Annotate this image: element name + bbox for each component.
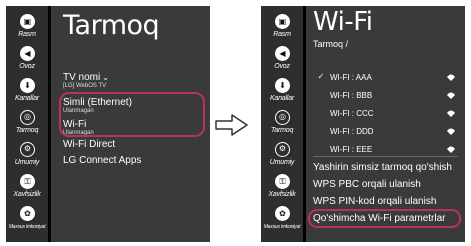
sidebar-item-label: Tarmoq <box>270 127 294 134</box>
network-icon: ◎ <box>20 110 35 125</box>
chevron-down-icon: ⌄ <box>102 73 109 82</box>
menu-item-tv-name[interactable]: TV nomi ⌄ [LG] WebOS TV <box>63 72 109 90</box>
highlight-outline <box>308 209 461 228</box>
general-icon: ⚙ <box>20 142 35 157</box>
safety-icon: ⚿ <box>20 174 35 189</box>
network-settings-screen: ▣ Rasm ◀ Ovoz ⬇ Kanallar ◎ Tarmoq ⚙ Umum… <box>6 6 210 242</box>
menu-item-label: Wi-Fi Direct <box>63 139 116 150</box>
sidebar-item-label: Ovoz <box>274 63 290 70</box>
network-icon: ◎ <box>275 110 290 125</box>
general-icon: ⚙ <box>275 142 290 157</box>
sidebar-item-network[interactable]: ◎ Tarmoq <box>6 110 48 144</box>
sidebar-item-safety[interactable]: ⚿ Xavfsizlik <box>261 174 303 208</box>
accessibility-icon: ✿ <box>20 206 35 221</box>
wifi-network-name: WI-FI : EEE <box>330 145 373 154</box>
wifi-signal-icon <box>447 74 455 81</box>
channels-icon: ⬇ <box>20 78 35 93</box>
wifi-network-name: WI-FI : CCC <box>330 109 374 118</box>
menu-item-sub: [LG] WebOS TV <box>63 83 107 89</box>
wifi-signal-icon <box>447 110 455 117</box>
sidebar-item-general[interactable]: ⚙ Umumiy <box>261 142 303 176</box>
sidebar-item-label: Xavfsizlik <box>13 191 41 198</box>
sidebar-item-general[interactable]: ⚙ Umumiy <box>6 142 48 176</box>
checkmark-icon: ✓ <box>317 72 325 81</box>
sidebar-item-accessibility[interactable]: ✿ Maxsus imkoniyat <box>6 206 48 240</box>
sidebar-item-label: Ovoz <box>19 63 35 70</box>
add-hidden-network-button[interactable]: Yashirin simsiz tarmoq qo'shish <box>313 162 452 174</box>
accessibility-icon: ✿ <box>275 206 290 221</box>
wifi-network-name: WI-FI : BBB <box>330 91 373 100</box>
wps-pin-connect-button[interactable]: WPS PIN-kod orqali ulanish <box>313 196 436 208</box>
menu-item-label: TV nomi <box>63 72 101 83</box>
sidebar-item-channels[interactable]: ⬇ Kanallar <box>261 78 303 112</box>
sidebar-item-picture[interactable]: ▣ Rasm <box>261 14 303 48</box>
sound-icon: ◀ <box>20 46 35 61</box>
wifi-network-row[interactable]: WI-FI : BBB <box>316 90 456 108</box>
wifi-panel: Wi-Fi Tarmoq / ✓ WI-FI : AAA WI-FI : BBB… <box>306 6 465 242</box>
sidebar-item-label: Rasm <box>273 31 291 38</box>
arrow-right-icon <box>215 114 248 136</box>
menu-item-lg-connect-apps[interactable]: LG Connect Apps <box>63 155 141 166</box>
sidebar-item-label: Kanallar <box>14 95 40 102</box>
sidebar-item-label: Maxsus imkoniyat <box>8 224 46 230</box>
sidebar-item-sound[interactable]: ◀ Ovoz <box>261 46 303 80</box>
sidebar-item-label: Maxsus imkoniyat <box>263 224 301 230</box>
sidebar-item-channels[interactable]: ⬇ Kanallar <box>6 78 48 112</box>
sidebar-item-picture[interactable]: ▣ Rasm <box>6 14 48 48</box>
sidebar-item-label: Kanallar <box>269 95 295 102</box>
page-title: Tarmoq <box>63 10 160 41</box>
wps-pbc-connect-button[interactable]: WPS PBC orqali ulanish <box>313 179 421 191</box>
wifi-signal-icon <box>447 92 455 99</box>
picture-icon: ▣ <box>20 14 35 29</box>
page-title: Wi-Fi <box>313 7 373 37</box>
sidebar-item-label: Umumiy <box>14 159 40 166</box>
settings-sidebar: ▣ Rasm ◀ Ovoz ⬇ Kanallar ◎ Tarmoq ⚙ Umum… <box>6 6 48 242</box>
menu-item-wifi-direct[interactable]: Wi-Fi Direct <box>63 139 115 150</box>
settings-sidebar: ▣ Rasm ◀ Ovoz ⬇ Kanallar ◎ Tarmoq ⚙ Umum… <box>261 6 303 242</box>
wifi-network-name: WI-FI : AAA <box>330 73 372 82</box>
sidebar-item-label: Umumiy <box>269 159 295 166</box>
wifi-network-row[interactable]: WI-FI : CCC <box>316 108 456 126</box>
wifi-network-row[interactable]: WI-FI : DDD <box>316 126 456 144</box>
channels-icon: ⬇ <box>275 78 290 93</box>
wifi-settings-screen: ▣ Rasm ◀ Ovoz ⬇ Kanallar ◎ Tarmoq ⚙ Umum… <box>261 6 465 242</box>
divider <box>313 156 458 157</box>
breadcrumb: Tarmoq / <box>313 39 349 49</box>
sidebar-item-label: Tarmoq <box>15 127 39 134</box>
highlight-outline <box>59 92 205 137</box>
wifi-network-name: WI-FI : DDD <box>330 127 374 136</box>
wifi-network-row[interactable]: ✓ WI-FI : AAA <box>316 72 456 90</box>
wifi-signal-icon <box>447 146 455 153</box>
sidebar-item-safety[interactable]: ⚿ Xavfsizlik <box>6 174 48 208</box>
network-panel: Tarmoq TV nomi ⌄ [LG] WebOS TV Simli (Eth… <box>51 6 210 242</box>
sidebar-item-sound[interactable]: ◀ Ovoz <box>6 46 48 80</box>
menu-item-label: LG Connect Apps <box>63 155 142 166</box>
sidebar-item-network[interactable]: ◎ Tarmoq <box>261 110 303 144</box>
wifi-signal-icon <box>447 128 455 135</box>
wifi-network-row[interactable]: WI-FI : EEE <box>316 144 456 162</box>
sidebar-item-label: Xavfsizlik <box>268 191 296 198</box>
safety-icon: ⚿ <box>275 174 290 189</box>
sidebar-item-accessibility[interactable]: ✿ Maxsus imkoniyat <box>261 206 303 240</box>
picture-icon: ▣ <box>275 14 290 29</box>
sidebar-item-label: Rasm <box>18 31 36 38</box>
sound-icon: ◀ <box>275 46 290 61</box>
